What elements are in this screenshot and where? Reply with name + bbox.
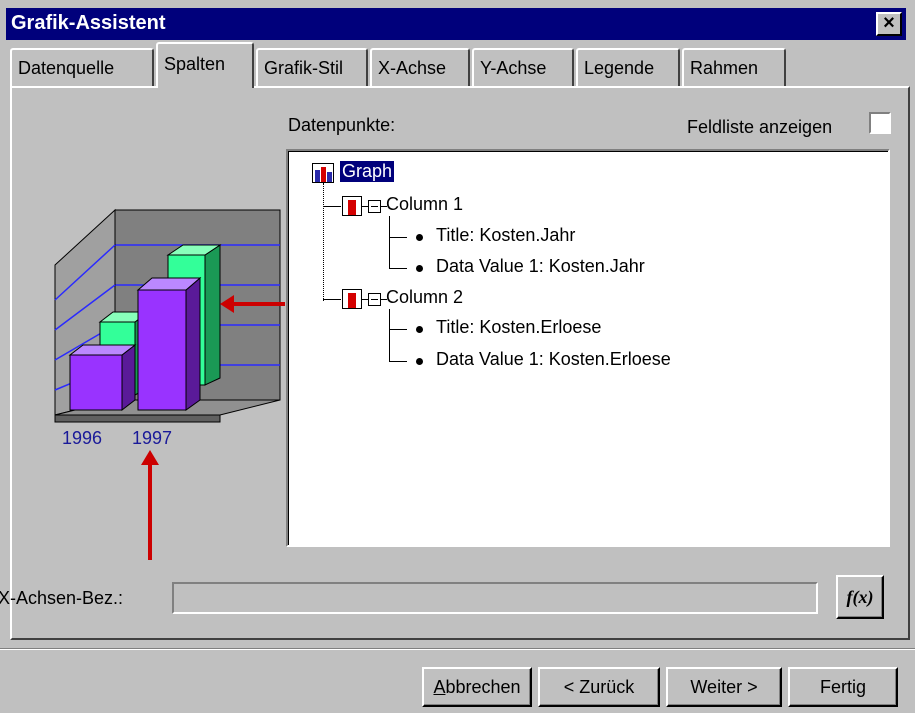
cancel-label: bbrechen xyxy=(445,677,521,697)
fieldlist-label: Feldliste anzeigen xyxy=(687,117,833,137)
formula-button[interactable]: f(x) xyxy=(836,575,884,619)
tab-y-achse[interactable]: Y-Achse xyxy=(472,48,574,86)
next-button[interactable]: Weiter > xyxy=(666,667,782,707)
datapoints-label: Datenpunkte: xyxy=(288,115,396,135)
collapse-icon[interactable] xyxy=(368,293,381,306)
close-button[interactable]: × xyxy=(876,12,902,36)
tree-node-column-2[interactable]: Column 2 xyxy=(386,287,463,308)
bullet-icon xyxy=(416,265,423,272)
tab-legende[interactable]: Legende xyxy=(576,48,680,86)
datapoints-tree[interactable]: Graph Column 1 Title: Kosten.Jahr Data V… xyxy=(286,149,890,547)
back-button[interactable]: < Zurück xyxy=(538,667,660,707)
graph-icon xyxy=(312,163,334,183)
cancel-accelerator: A xyxy=(433,677,446,697)
tab-label: Spalten xyxy=(164,54,226,74)
tree-node-title[interactable]: Title: Kosten.Erloese xyxy=(436,317,601,338)
column-icon xyxy=(342,196,362,216)
tree-node-data-value[interactable]: Data Value 1: Kosten.Erloese xyxy=(436,349,671,370)
xaxis-label: X-Achsen-Bez.: xyxy=(0,588,124,608)
tree-node-data-value[interactable]: Data Value 1: Kosten.Jahr xyxy=(436,256,645,277)
arrow-up-icon xyxy=(141,450,159,465)
tab-label: Grafik-Stil xyxy=(264,58,344,78)
tab-label: Legende xyxy=(584,58,655,78)
xaxis-input[interactable] xyxy=(172,582,818,614)
bullet-icon xyxy=(416,358,423,365)
finish-button[interactable]: Fertig xyxy=(788,667,898,707)
tree-node-column-1[interactable]: Column 1 xyxy=(386,194,463,215)
tab-spalten[interactable]: Spalten xyxy=(156,42,254,88)
tab-grafik-stil[interactable]: Grafik-Stil xyxy=(256,48,368,86)
tab-x-achse[interactable]: X-Achse xyxy=(370,48,470,86)
preview-label-1996: 1996 xyxy=(62,428,103,448)
arrow-left-icon xyxy=(220,295,234,313)
arrow-indicators xyxy=(141,295,285,560)
window-title: Grafik-Assistent xyxy=(11,12,166,34)
tab-label: X-Achse xyxy=(378,58,447,78)
fieldlist-checkbox[interactable] xyxy=(869,112,891,134)
title-bar: Grafik-Assistent × xyxy=(6,8,906,40)
tree-node-graph[interactable]: Graph xyxy=(338,160,396,183)
tab-label: Rahmen xyxy=(690,58,759,78)
tab-label: Datenquelle xyxy=(18,58,115,78)
tab-label: Y-Achse xyxy=(480,58,547,78)
wizard-window: Grafik-Assistent × Datenquelle Spalten G… xyxy=(0,0,915,713)
bullet-icon xyxy=(416,326,423,333)
tab-datenquelle[interactable]: Datenquelle xyxy=(10,48,154,86)
column-icon xyxy=(342,289,362,309)
tree-node-title[interactable]: Title: Kosten.Jahr xyxy=(436,225,575,246)
tab-rahmen[interactable]: Rahmen xyxy=(682,48,786,86)
cancel-button[interactable]: Abbrechen xyxy=(422,667,532,707)
collapse-icon[interactable] xyxy=(368,200,381,213)
bullet-icon xyxy=(416,234,423,241)
separator xyxy=(0,648,915,650)
